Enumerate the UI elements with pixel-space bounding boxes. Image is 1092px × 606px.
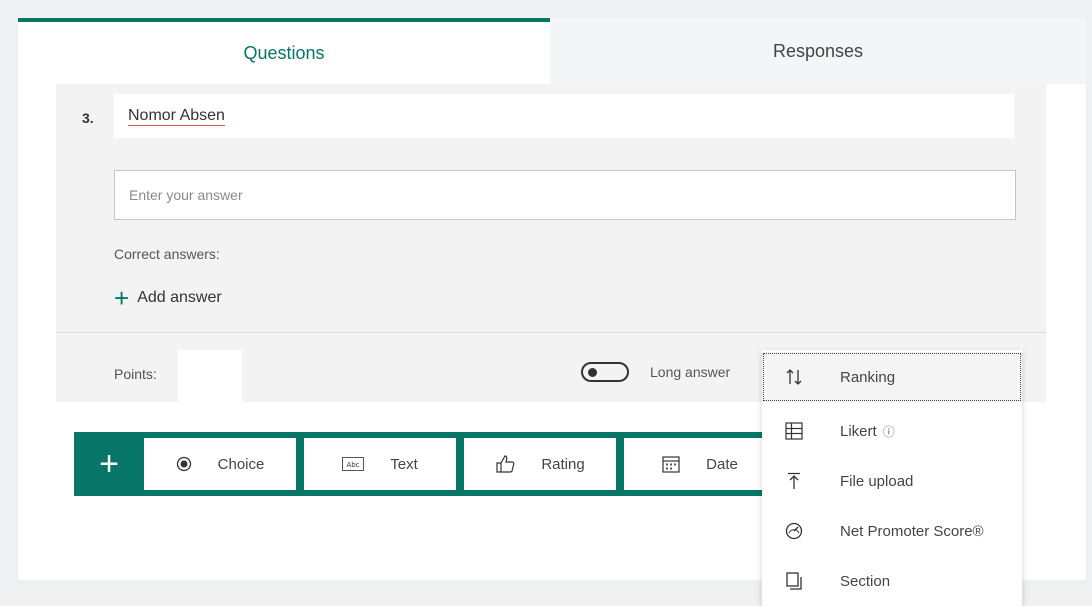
correct-answers-label: Correct answers: <box>114 246 220 262</box>
menu-item-file-upload[interactable]: File upload <box>762 456 1022 506</box>
rating-label: Rating <box>541 455 585 473</box>
menu-item-likert[interactable]: Likert ⓘ <box>762 406 1022 456</box>
more-types-menu: Ranking Likert ⓘ File upload Net Promoter… <box>762 350 1022 606</box>
text-label: Text <box>390 455 418 473</box>
question-title-field[interactable]: Nomor Absen <box>114 94 1014 138</box>
question-title: Nomor Absen <box>128 106 225 126</box>
radio-icon <box>176 456 192 472</box>
menu-item-ranking[interactable]: Ranking <box>762 352 1022 402</box>
section-icon <box>784 571 804 591</box>
gauge-icon <box>784 521 804 541</box>
sort-arrows-icon <box>784 367 804 387</box>
tab-bar: Questions Responses <box>18 18 1086 84</box>
upload-icon <box>784 471 804 491</box>
tab-questions[interactable]: Questions <box>18 18 550 84</box>
menu-item-net-promoter-score[interactable]: Net Promoter Score® <box>762 506 1022 556</box>
toggle-knob <box>588 368 597 377</box>
menu-item-label: Ranking <box>840 368 896 386</box>
plus-icon[interactable]: + <box>74 432 144 496</box>
grid-icon <box>784 421 804 441</box>
menu-item-label: Section <box>840 572 891 590</box>
points-input[interactable] <box>178 350 242 404</box>
thumbs-up-icon <box>495 455 515 473</box>
question-type-bar: + Choice Abc Text Rating Date <box>74 432 806 496</box>
plus-icon: + <box>114 283 130 313</box>
choice-label: Choice <box>217 455 265 473</box>
likert-label: Likert <box>840 422 877 440</box>
points-label: Points: <box>114 366 157 382</box>
add-answer-button[interactable]: + Add answer <box>114 284 222 312</box>
tab-responses[interactable]: Responses <box>550 18 1086 84</box>
answer-input[interactable] <box>114 170 1016 220</box>
text-box-icon: Abc <box>342 457 365 471</box>
info-icon[interactable]: ⓘ <box>883 425 895 439</box>
rating-button[interactable]: Rating <box>464 438 616 490</box>
text-button[interactable]: Abc Text <box>304 438 456 490</box>
divider <box>56 332 1046 333</box>
question-number: 3. <box>82 110 94 126</box>
date-label: Date <box>706 455 738 473</box>
add-answer-label: Add answer <box>137 289 222 306</box>
menu-item-label: Net Promoter Score® <box>840 522 984 540</box>
calendar-icon <box>662 455 680 473</box>
date-button[interactable]: Date <box>624 438 776 490</box>
menu-item-section[interactable]: Section <box>762 556 1022 606</box>
long-answer-label: Long answer <box>650 364 731 380</box>
menu-item-label: File upload <box>840 472 914 490</box>
menu-item-label: Likert ⓘ <box>840 423 895 440</box>
choice-button[interactable]: Choice <box>144 438 296 490</box>
svg-text:Abc: Abc <box>347 461 360 469</box>
long-answer-toggle[interactable] <box>581 362 629 382</box>
